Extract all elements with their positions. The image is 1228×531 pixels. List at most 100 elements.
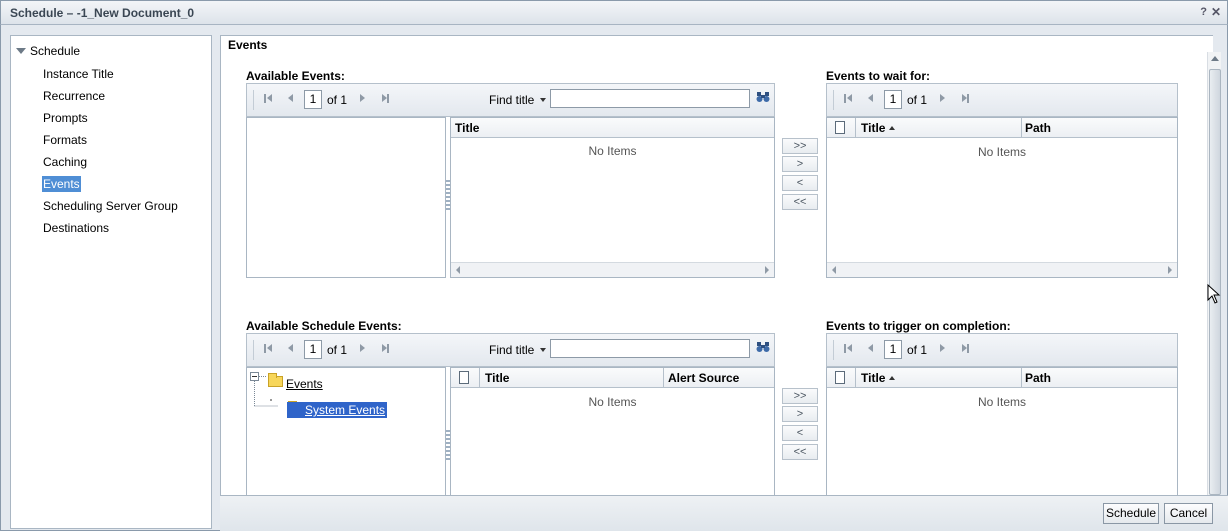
nav-item-formats[interactable]: Formats [42, 132, 88, 148]
first-page-icon-bar [844, 344, 846, 353]
next-page-icon[interactable] [940, 94, 945, 102]
collapse-triangle-icon[interactable] [16, 48, 26, 54]
add-button[interactable]: > [782, 156, 818, 172]
remove-button[interactable]: < [782, 425, 818, 441]
chevron-down-icon[interactable] [540, 98, 546, 102]
page-number-input[interactable]: 1 [304, 340, 322, 359]
toolbar-separator [833, 90, 834, 110]
window-title: Schedule – -1_New Document_0 [10, 6, 195, 20]
trigger-events-toolbar: 1 of 1 [826, 333, 1178, 367]
column-header-title[interactable]: Title [861, 371, 896, 385]
column-header-title[interactable]: Title [455, 121, 479, 135]
schedule-events-folder-tree: Events System Events [246, 367, 446, 495]
page-title: Events [228, 38, 268, 52]
schedule-button[interactable]: Schedule [1103, 503, 1159, 524]
remove-all-button[interactable]: << [782, 194, 818, 210]
scroll-left-icon[interactable] [832, 266, 836, 274]
next-page-icon[interactable] [360, 344, 365, 352]
previous-page-icon[interactable] [288, 344, 293, 352]
nav-item-recurrence[interactable]: Recurrence [42, 88, 106, 104]
tree-node-system-events[interactable]: System Events [287, 402, 388, 418]
page-count: of 1 [327, 343, 348, 357]
find-title-input[interactable] [550, 89, 750, 108]
nav-root-label: Schedule [30, 44, 81, 58]
nav-item-caching[interactable]: Caching [42, 154, 88, 170]
previous-page-icon[interactable] [288, 94, 293, 102]
schedule-events-grid: Title Alert Source No Items [450, 367, 775, 495]
next-page-icon[interactable] [360, 94, 365, 102]
last-page-icon-bar [967, 94, 969, 103]
column-header-alert-source[interactable]: Alert Source [668, 371, 739, 385]
column-header-path[interactable]: Path [1025, 371, 1051, 385]
vertical-scrollbar[interactable] [1207, 52, 1221, 495]
column-separator [663, 368, 664, 387]
first-page-icon[interactable] [847, 344, 852, 352]
scroll-right-icon[interactable] [1168, 266, 1172, 274]
add-all-button[interactable]: >> [782, 138, 818, 154]
trigger-events-label: Events to trigger on completion: [826, 319, 1011, 333]
scroll-left-icon[interactable] [456, 266, 460, 274]
column-header-path[interactable]: Path [1025, 121, 1051, 135]
page-count: of 1 [907, 93, 928, 107]
available-schedule-events-label: Available Schedule Events: [246, 319, 402, 333]
dialog-footer: Schedule Cancel [220, 495, 1228, 531]
horizontal-scrollbar[interactable] [827, 262, 1177, 277]
nav-item-instance-title[interactable]: Instance Title [42, 66, 115, 82]
remove-all-button[interactable]: << [782, 444, 818, 460]
add-button[interactable]: > [782, 406, 818, 422]
page-number-input[interactable]: 1 [304, 90, 322, 109]
document-icon [835, 371, 845, 384]
first-page-icon[interactable] [847, 94, 852, 102]
scroll-up-icon[interactable] [1211, 56, 1219, 61]
binoculars-search-icon[interactable] [756, 91, 770, 103]
last-page-icon-bar [387, 94, 389, 103]
available-schedule-events-toolbar: 1 of 1 Find title [246, 333, 775, 367]
toolbar-separator [253, 340, 254, 360]
column-separator [479, 368, 480, 387]
available-events-folder-tree[interactable] [246, 117, 446, 278]
page-number-input[interactable]: 1 [884, 90, 902, 109]
chevron-down-icon[interactable] [540, 348, 546, 352]
add-all-button[interactable]: >> [782, 388, 818, 404]
nav-root-schedule[interactable]: Schedule [16, 44, 80, 58]
wait-events-toolbar: 1 of 1 [826, 83, 1178, 117]
binoculars-search-icon[interactable] [756, 341, 770, 353]
toolbar-separator [833, 340, 834, 360]
available-events-toolbar: 1 of 1 Find title [246, 83, 775, 117]
scrollbar-thumb[interactable] [1209, 69, 1221, 495]
find-title-input[interactable] [550, 339, 750, 358]
column-header-title[interactable]: Title [485, 371, 509, 385]
tree-node-events[interactable]: Events [286, 377, 323, 391]
grid-header: Title [451, 118, 774, 138]
column-separator [1021, 118, 1022, 137]
nav-item-events[interactable]: Events [42, 176, 81, 192]
column-header-title[interactable]: Title [861, 121, 896, 135]
nav-item-prompts[interactable]: Prompts [42, 110, 89, 126]
scroll-right-icon[interactable] [765, 266, 769, 274]
sort-ascending-icon [889, 376, 896, 380]
nav-item-destinations[interactable]: Destinations [42, 220, 110, 236]
first-page-icon-bar [844, 94, 846, 103]
previous-page-icon[interactable] [868, 94, 873, 102]
find-title-dropdown[interactable]: Find title [489, 93, 534, 107]
empty-list-message: No Items [588, 144, 637, 158]
empty-list-message: No Items [977, 395, 1026, 409]
grid-header: Title Path [827, 368, 1177, 388]
previous-page-icon[interactable] [868, 344, 873, 352]
close-icon[interactable]: ✕ [1211, 5, 1221, 19]
remove-button[interactable]: < [782, 175, 818, 191]
trigger-events-grid: Title Path No Items [826, 367, 1178, 495]
schedule-nav-panel: Schedule Instance Title Recurrence Promp… [10, 35, 212, 529]
find-title-dropdown[interactable]: Find title [489, 343, 534, 357]
tree-node-system-events-label: System Events [305, 403, 386, 417]
next-page-icon[interactable] [940, 344, 945, 352]
horizontal-scrollbar[interactable] [451, 262, 774, 277]
document-icon [835, 121, 845, 134]
first-page-icon[interactable] [267, 94, 272, 102]
page-number-input[interactable]: 1 [884, 340, 902, 359]
column-separator [1021, 368, 1022, 387]
cancel-button[interactable]: Cancel [1164, 503, 1213, 524]
nav-item-scheduling-server-group[interactable]: Scheduling Server Group [42, 198, 179, 214]
first-page-icon[interactable] [267, 344, 272, 352]
help-icon[interactable]: ? [1200, 6, 1207, 18]
